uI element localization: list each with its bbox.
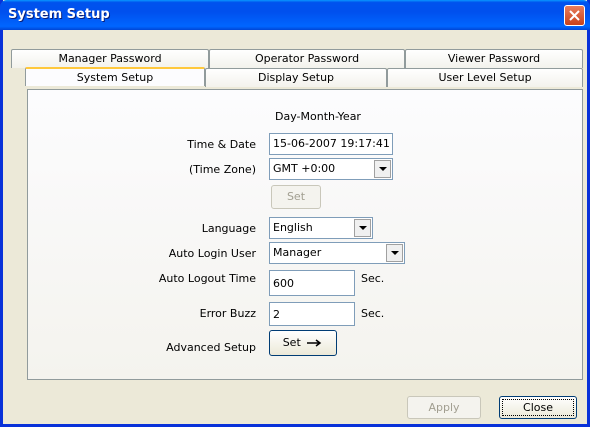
system-setup-window: System Setup Manager Password Operator P… [0, 0, 590, 427]
tab-viewer-password[interactable]: Viewer Password [405, 49, 583, 68]
time-date-field[interactable]: 15-06-2007 19:17:41 [269, 133, 393, 155]
error-buzz-label: Error Buzz [199, 307, 256, 320]
error-buzz-field[interactable]: 2 [269, 302, 355, 326]
auto-login-select[interactable]: Manager [269, 242, 405, 264]
tab-display-setup[interactable]: Display Setup [205, 68, 387, 87]
auto-login-value: Manager [273, 246, 322, 259]
arrow-right-icon [307, 339, 322, 347]
apply-button[interactable]: Apply [407, 396, 481, 419]
set-time-button[interactable]: Set [271, 185, 321, 209]
language-dropdown-button[interactable] [354, 219, 371, 237]
language-label: Language [201, 222, 256, 235]
timezone-value: GMT +0:00 [273, 162, 336, 175]
tab-system-setup[interactable]: System Setup [25, 67, 205, 86]
auto-login-label: Auto Login User [168, 247, 256, 260]
tab-manager-password[interactable]: Manager Password [11, 49, 209, 68]
window-close-button[interactable] [564, 5, 585, 26]
auto-logout-label: Auto Logout Time [158, 272, 256, 285]
language-value: English [273, 221, 313, 234]
timezone-dropdown-button[interactable] [374, 160, 391, 178]
tab-user-level-setup[interactable]: User Level Setup [387, 68, 583, 87]
advanced-setup-button[interactable]: Set [269, 330, 337, 356]
close-button[interactable]: Close [499, 396, 577, 419]
chevron-down-icon [391, 251, 399, 255]
auto-login-dropdown-button[interactable] [386, 244, 403, 262]
tab-operator-password[interactable]: Operator Password [209, 49, 405, 68]
close-icon [569, 10, 580, 21]
auto-logout-unit: Sec. [361, 272, 385, 285]
auto-logout-field[interactable]: 600 [269, 270, 355, 296]
language-select[interactable]: English [269, 217, 373, 239]
timezone-label: (Time Zone) [188, 163, 256, 176]
error-buzz-unit: Sec. [361, 307, 385, 320]
chevron-down-icon [359, 226, 367, 230]
title-bar[interactable]: System Setup [0, 0, 590, 30]
date-format-label: Day-Month-Year [275, 110, 361, 123]
timezone-select[interactable]: GMT +0:00 [269, 158, 393, 180]
advanced-setup-label: Advanced Setup [166, 341, 256, 354]
window-title: System Setup [8, 7, 110, 22]
advanced-setup-button-label: Set [282, 336, 301, 349]
chevron-down-icon [379, 167, 387, 171]
time-date-label: Time & Date [187, 138, 256, 151]
